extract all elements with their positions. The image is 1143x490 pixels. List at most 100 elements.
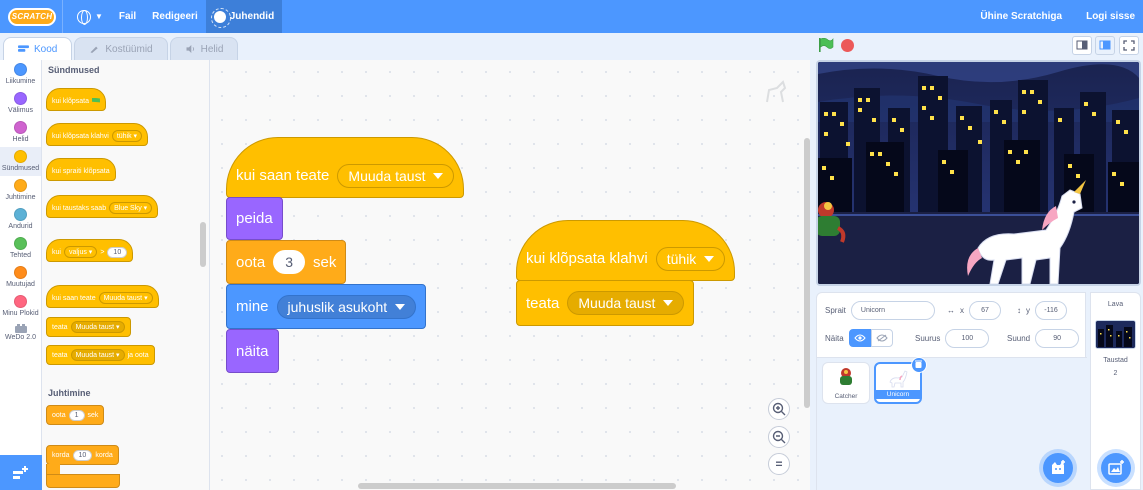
category-looks[interactable]: Välimus bbox=[0, 89, 41, 118]
stage-header bbox=[816, 36, 1141, 56]
category-variables[interactable]: Muutujad bbox=[0, 263, 41, 292]
block-when-receive[interactable]: kui saan teate Muuda taust ▾ bbox=[46, 285, 159, 308]
block-text: kui klõpsata bbox=[52, 97, 89, 105]
language-menu[interactable]: ▼ bbox=[69, 0, 111, 33]
file-menu[interactable]: Fail bbox=[111, 0, 144, 33]
size-input[interactable]: 100 bbox=[945, 329, 990, 348]
category-events[interactable]: Sündmused bbox=[0, 147, 41, 176]
category-variables-dot bbox=[14, 266, 27, 279]
key-dropdown[interactable]: tühik bbox=[655, 246, 726, 271]
cat-icon bbox=[1052, 460, 1065, 474]
block-hide[interactable]: peida bbox=[226, 197, 283, 240]
code-horizontal-scrollbar[interactable] bbox=[358, 483, 676, 489]
menu-bar: SCRATCH ▼ Fail Redigeeri Juhendid Ühine … bbox=[0, 0, 1143, 33]
block-wait[interactable]: oota 1 sek bbox=[46, 405, 105, 425]
direction-row: Suund 90 bbox=[1007, 329, 1080, 348]
sprite-tile-catcher[interactable]: Catcher bbox=[822, 362, 870, 404]
delete-sprite-button[interactable] bbox=[911, 357, 927, 373]
choose-sprite-button[interactable] bbox=[1043, 453, 1073, 483]
backdrop-picture-icon bbox=[1108, 460, 1124, 475]
backdrop-dropdown[interactable]: Blue Sky ▾ bbox=[109, 202, 153, 214]
block-when-backdrop-switches[interactable]: kui taustaks saab Blue Sky ▾ bbox=[46, 195, 159, 218]
code-vertical-scrollbar[interactable] bbox=[804, 138, 810, 408]
block-text: kui saan teate bbox=[52, 294, 96, 302]
stage-target-pane[interactable]: Lava Taustad 2 bbox=[1090, 292, 1141, 490]
y-position-row: ↕ y -116 bbox=[1017, 301, 1067, 320]
x-input[interactable]: 67 bbox=[969, 301, 1001, 320]
block-text: oota bbox=[236, 253, 266, 271]
number-input[interactable]: 1 bbox=[68, 409, 85, 421]
stop-button[interactable] bbox=[841, 39, 854, 52]
sprite-name-input[interactable]: Unicorn bbox=[850, 301, 935, 320]
green-flag-button[interactable] bbox=[818, 38, 834, 52]
sign-in-link[interactable]: Logi sisse bbox=[1086, 11, 1135, 22]
menu-right: Ühine Scratchiga Logi sisse bbox=[980, 0, 1135, 33]
category-control-dot bbox=[14, 179, 27, 192]
message-dropdown[interactable]: Muuda taust ▾ bbox=[98, 292, 153, 304]
zoom-out-button[interactable] bbox=[768, 426, 790, 448]
category-operators[interactable]: Tehted bbox=[0, 234, 41, 263]
sensor-dropdown[interactable]: valjus ▾ bbox=[63, 246, 98, 258]
category-sound[interactable]: Helid bbox=[0, 118, 41, 147]
editor-tabs: Kood Kostüümid Helid bbox=[0, 37, 239, 60]
scratch-logo[interactable]: SCRATCH bbox=[8, 7, 56, 26]
tab-sounds[interactable]: Helid bbox=[169, 37, 239, 60]
category-my-blocks[interactable]: Minu Plokid bbox=[0, 292, 41, 321]
block-when-key-pressed[interactable]: kui klõpsata klahvi tühik bbox=[516, 220, 736, 281]
palette-scrollbar[interactable] bbox=[200, 222, 206, 267]
small-stage-button[interactable] bbox=[1072, 36, 1092, 55]
block-when-flag-clicked[interactable]: kui klõpsata bbox=[46, 88, 106, 111]
block-when-key-pressed[interactable]: kui klõpsata klahvi tühik ▾ bbox=[46, 123, 149, 146]
block-go-to[interactable]: mine juhuslik asukoht bbox=[226, 284, 427, 329]
block-broadcast[interactable]: teata Muuda taust ▾ bbox=[46, 317, 131, 337]
zoom-in-button[interactable] bbox=[768, 398, 790, 420]
message-dropdown[interactable]: Muuda taust bbox=[567, 291, 685, 315]
category-label: Tehted bbox=[9, 252, 32, 259]
direction-input[interactable]: 90 bbox=[1035, 329, 1080, 348]
join-scratch-link[interactable]: Ühine Scratchiga bbox=[980, 11, 1062, 22]
block-wait[interactable]: oota 3 sek bbox=[226, 240, 347, 284]
category-sensing[interactable]: Andurid bbox=[0, 205, 41, 234]
key-dropdown[interactable]: tühik ▾ bbox=[111, 130, 143, 142]
block-broadcast[interactable]: teata Muuda taust bbox=[516, 280, 695, 326]
tutorials-menu[interactable]: Juhendid bbox=[205, 0, 283, 33]
normal-stage-icon bbox=[1099, 40, 1111, 50]
code-area[interactable]: kui saan teate Muuda taust peida oota 3 … bbox=[210, 60, 810, 490]
wait-seconds-input[interactable]: 3 bbox=[273, 250, 305, 274]
block-text: korda bbox=[95, 451, 113, 459]
normal-stage-button[interactable] bbox=[1095, 36, 1115, 55]
position-dropdown[interactable]: juhuslik asukoht bbox=[276, 294, 417, 319]
block-repeat[interactable]: korda 10 korda bbox=[46, 445, 119, 465]
block-when-receive[interactable]: kui saan teate Muuda taust bbox=[226, 137, 465, 198]
number-input[interactable]: 10 bbox=[72, 449, 93, 461]
sprite-tile-label: Catcher bbox=[834, 393, 858, 400]
tutorials-label: Juhendid bbox=[229, 11, 275, 22]
block-when-greater-than[interactable]: kui valjus ▾ > 10 bbox=[46, 239, 134, 262]
stage[interactable] bbox=[816, 60, 1141, 286]
show-sprite-button[interactable] bbox=[848, 329, 871, 347]
category-operators-dot bbox=[14, 237, 27, 250]
category-wedo[interactable]: WeDo 2.0 bbox=[0, 321, 41, 350]
sprite-tile-unicorn[interactable]: Unicorn bbox=[874, 357, 927, 404]
zoom-reset-button[interactable]: = bbox=[768, 453, 790, 475]
category-control[interactable]: Juhtimine bbox=[0, 176, 41, 205]
number-input[interactable]: 10 bbox=[107, 246, 128, 258]
message-dropdown[interactable]: Muuda taust ▾ bbox=[70, 321, 125, 333]
block-text: peida bbox=[236, 210, 273, 227]
message-dropdown[interactable]: Muuda taust ▾ bbox=[70, 349, 125, 361]
y-input[interactable]: -116 bbox=[1035, 301, 1067, 320]
add-extension-button[interactable] bbox=[0, 455, 42, 490]
block-broadcast-and-wait[interactable]: teata Muuda taust ▾ ja oota bbox=[46, 345, 155, 365]
tab-costumes[interactable]: Kostüümid bbox=[74, 37, 168, 60]
edit-menu[interactable]: Redigeeri bbox=[144, 0, 206, 33]
category-motion[interactable]: Liikumine bbox=[0, 60, 41, 89]
message-dropdown[interactable]: Muuda taust bbox=[337, 163, 455, 188]
block-show[interactable]: näita bbox=[226, 329, 279, 373]
block-text: sek bbox=[87, 411, 99, 419]
block-text: teata bbox=[52, 351, 68, 359]
fullscreen-button[interactable] bbox=[1119, 36, 1139, 55]
block-when-sprite-clicked[interactable]: kui spraiti klõpsata bbox=[46, 158, 116, 181]
choose-backdrop-button[interactable] bbox=[1101, 453, 1131, 483]
hide-sprite-button[interactable] bbox=[870, 329, 893, 347]
tab-code[interactable]: Kood bbox=[3, 37, 73, 60]
